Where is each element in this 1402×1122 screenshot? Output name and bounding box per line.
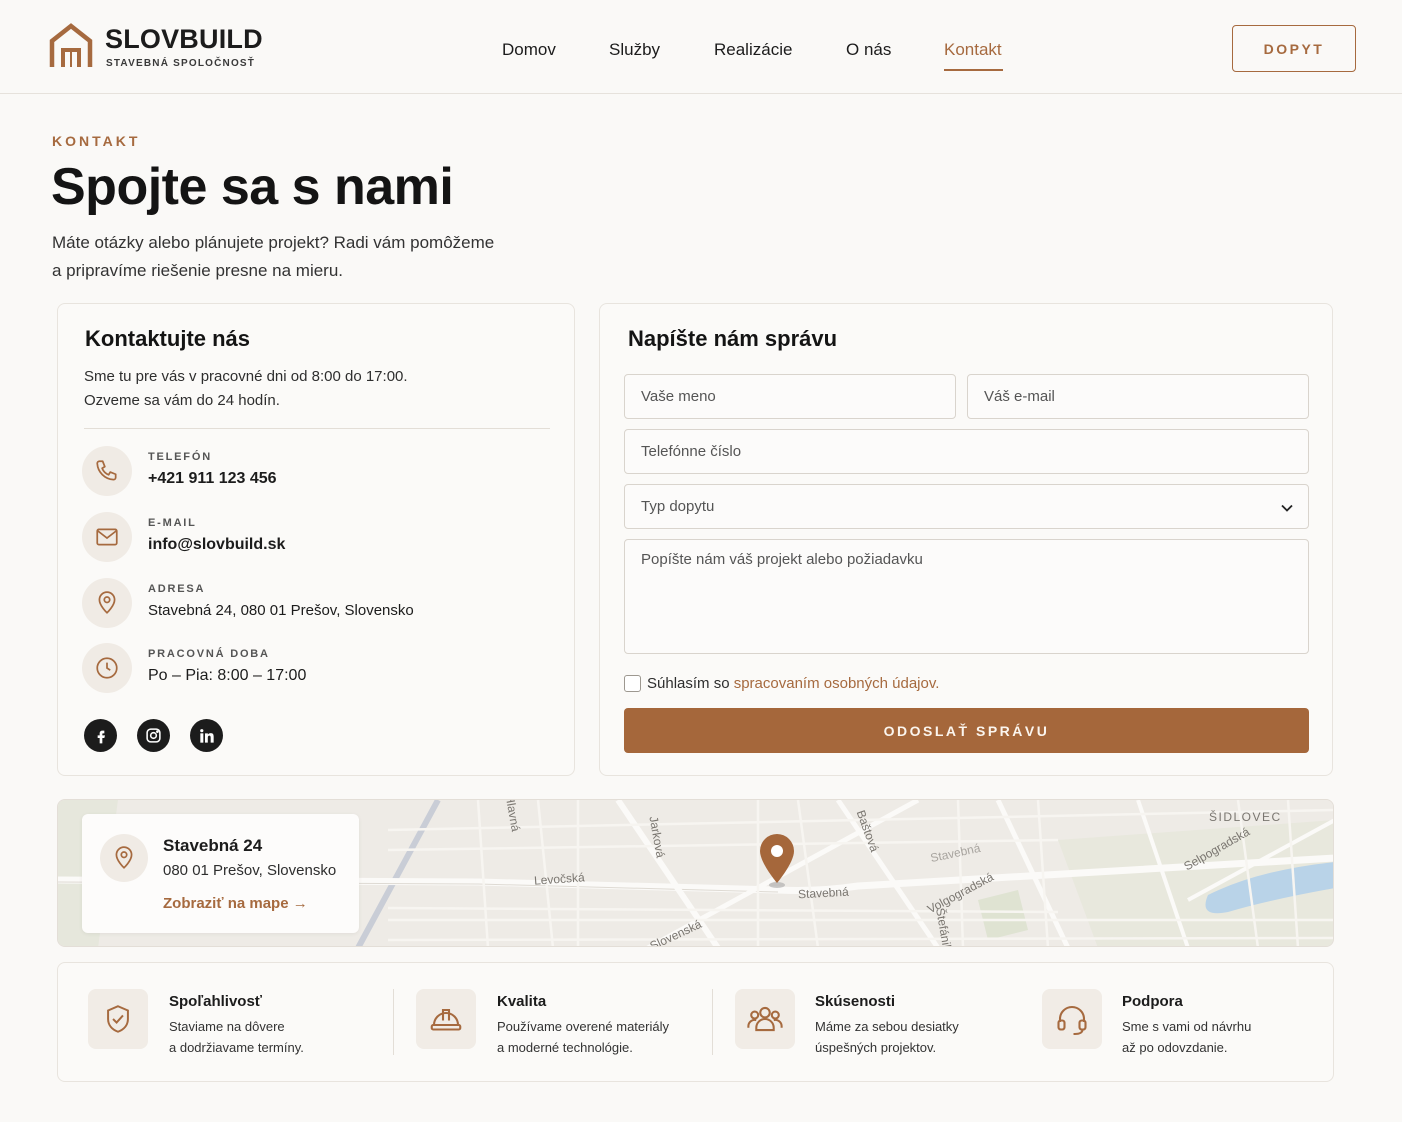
email-field[interactable] — [967, 374, 1309, 419]
mail-icon — [82, 512, 132, 562]
phone-value[interactable]: +421 911 123 456 — [148, 470, 277, 488]
consent-checkbox[interactable] — [624, 675, 641, 692]
brand-name[interactable]: SLOVBUILD — [105, 24, 263, 55]
submit-button[interactable]: ODOSLAŤ SPRÁVU — [624, 708, 1309, 753]
message-textarea[interactable] — [624, 539, 1309, 654]
hard-hat-icon — [416, 989, 476, 1049]
nav-item-domov[interactable]: Domov — [502, 40, 556, 60]
email-label: E-MAIL — [148, 517, 197, 529]
house-logo-icon[interactable] — [49, 23, 93, 69]
page-description: Máte otázky alebo plánujete projekt? Rad… — [52, 229, 522, 285]
features-strip: Spoľahlivosť Staviame na dôvere a dodrži… — [57, 962, 1334, 1082]
contact-card: Kontaktujte nás Sme tu pre vás v pracovn… — [57, 303, 575, 776]
arrow-right-icon: → — [292, 895, 308, 912]
site-header: SLOVBUILD STAVEBNÁ SPOLOČNOSŤ Domov Služ… — [0, 0, 1402, 94]
feature-description-line: úspešných projektov. — [815, 1040, 937, 1055]
contact-description-line: Sme tu pre vás v pracovné dni od 8:00 do… — [84, 368, 408, 385]
shield-check-icon — [88, 989, 148, 1049]
chevron-down-icon — [1281, 504, 1293, 512]
inquiry-type-selected: Typ dopytu — [641, 498, 715, 515]
facebook-icon[interactable] — [84, 719, 117, 752]
feature-title: Skúsenosti — [815, 993, 896, 1010]
page-description-line: a pripravíme riešenie presne na mieru. — [52, 261, 344, 280]
feature-title: Kvalita — [497, 993, 547, 1010]
nav-item-kontakt[interactable]: Kontakt — [944, 40, 1002, 60]
team-icon — [735, 989, 795, 1049]
feature-description-line: až po odovzdanie. — [1122, 1040, 1228, 1055]
email-value[interactable]: info@slovbuild.sk — [148, 536, 285, 554]
address-value: Stavebná 24, 080 01 Prešov, Slovensko — [148, 602, 414, 619]
headset-icon — [1042, 989, 1102, 1049]
page-description-line: Máte otázky alebo plánujete projekt? Rad… — [52, 233, 495, 252]
active-nav-indicator — [944, 69, 1003, 71]
brand-tagline: STAVEBNÁ SPOLOČNOSŤ — [106, 58, 256, 69]
feature-description-line: a dodržiavame termíny. — [169, 1040, 304, 1055]
linkedin-icon[interactable] — [190, 719, 223, 752]
dopyt-button[interactable]: DOPYT — [1232, 25, 1356, 72]
message-form-card: Napíšte nám správu Typ dopytu Súhlasím s… — [599, 303, 1333, 776]
show-on-map-label: Zobraziť na mape — [163, 895, 289, 912]
form-title: Napíšte nám správu — [628, 326, 838, 351]
contact-card-title: Kontaktujte nás — [85, 326, 251, 351]
consent-label: Súhlasím so spracovaním osobných údajov. — [647, 675, 939, 692]
divider — [84, 428, 550, 429]
consent-text: Súhlasím so — [647, 675, 734, 692]
feature-description: Máme za sebou desiatky úspešných projekt… — [815, 1016, 959, 1058]
show-on-map-link[interactable]: Zobraziť na mape → — [163, 895, 308, 912]
phone-icon — [82, 446, 132, 496]
section-eyebrow: KONTAKT — [52, 133, 141, 149]
feature-title: Spoľahlivosť — [169, 993, 262, 1010]
location-map[interactable]: Levočská Stavebná Volgogradská Selpograd… — [57, 799, 1334, 947]
feature-description-line: Sme s vami od návrhu — [1122, 1019, 1252, 1034]
feature-description: Používame overené materiály a moderné te… — [497, 1016, 669, 1058]
name-field[interactable] — [624, 374, 956, 419]
instagram-icon[interactable] — [137, 719, 170, 752]
feature-description: Staviame na dôvere a dodržiavame termíny… — [169, 1016, 304, 1058]
street-label: Stavebná — [797, 884, 850, 902]
page-title: Spojte sa s nami — [51, 158, 454, 216]
hours-value: Po – Pia: 8:00 – 17:00 — [148, 667, 307, 684]
clock-icon — [82, 643, 132, 693]
contact-description: Sme tu pre vás v pracovné dni od 8:00 do… — [84, 365, 408, 413]
location-pin-icon — [100, 834, 148, 882]
map-address-line: 080 01 Prešov, Slovensko — [163, 862, 337, 879]
feature-description-line: a moderné technológie. — [497, 1040, 633, 1055]
feature-description-line: Staviame na dôvere — [169, 1019, 285, 1034]
phone-label: TELEFÓN — [148, 451, 212, 463]
nav-item-o-nas[interactable]: O nás — [846, 40, 891, 60]
map-address-title: Stavebná 24 — [163, 836, 263, 855]
divider — [712, 989, 713, 1055]
map-marker-icon[interactable] — [758, 833, 796, 891]
feature-title: Podpora — [1122, 993, 1183, 1010]
map-address-card: Stavebná 24 080 01 Prešov, Slovensko Zob… — [82, 814, 359, 933]
address-label: ADRESA — [148, 583, 206, 595]
location-pin-icon — [82, 578, 132, 628]
feature-description: Sme s vami od návrhu až po odovzdanie. — [1122, 1016, 1251, 1058]
contact-description-line: Ozveme sa vám do 24 hodín. — [84, 392, 280, 409]
street-label: ŠIDLOVEC — [1209, 810, 1282, 824]
feature-description-line: Máme za sebou desiatky — [815, 1019, 959, 1034]
phone-field[interactable] — [624, 429, 1309, 474]
nav-item-realizacie[interactable]: Realizácie — [714, 40, 792, 60]
feature-description-line: Používame overené materiály — [497, 1019, 669, 1034]
hours-label: PRACOVNÁ DOBA — [148, 648, 270, 660]
privacy-policy-link[interactable]: spracovaním osobných údajov. — [734, 675, 940, 692]
nav-item-sluzby[interactable]: Služby — [609, 40, 660, 60]
inquiry-type-select[interactable]: Typ dopytu — [624, 484, 1309, 529]
divider — [393, 989, 394, 1055]
